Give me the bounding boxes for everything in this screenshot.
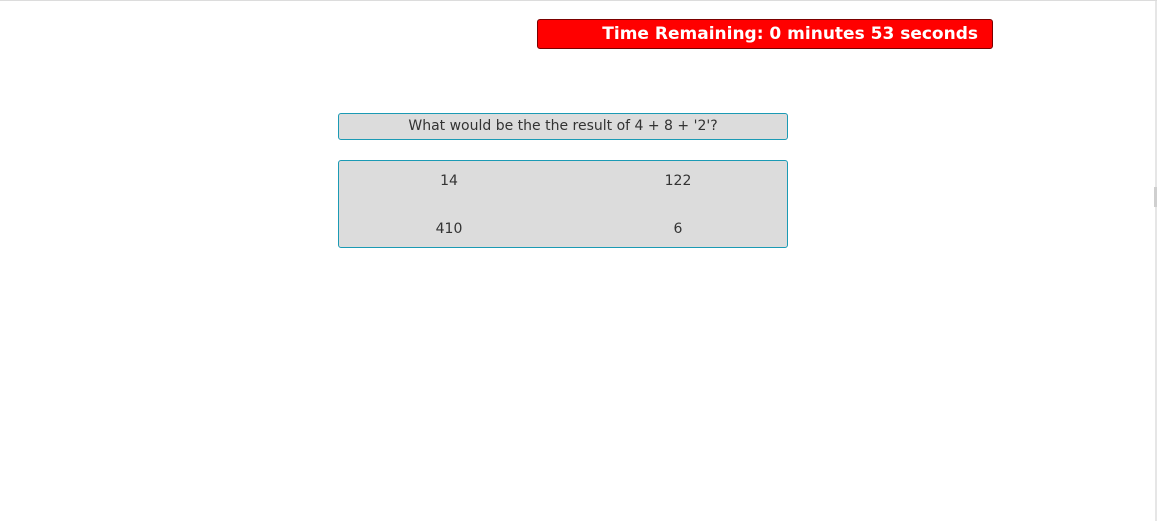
- quiz-page: Time Remaining: 0 minutes 53 seconds Wha…: [0, 0, 1157, 521]
- answer-option[interactable]: 410: [389, 217, 509, 241]
- answer-options: 14 122 410 6: [338, 160, 788, 248]
- answer-option[interactable]: 14: [389, 169, 509, 193]
- question-text: What would be the the result of 4 + 8 + …: [338, 113, 788, 140]
- answer-option[interactable]: 6: [618, 217, 738, 241]
- time-remaining-banner: Time Remaining: 0 minutes 53 seconds: [537, 19, 993, 49]
- answer-option[interactable]: 122: [618, 169, 738, 193]
